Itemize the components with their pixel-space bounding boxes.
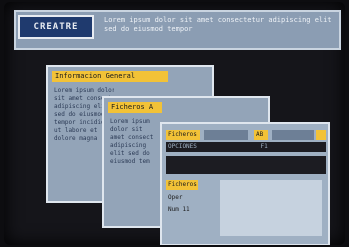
files-title[interactable]: Ficheros (166, 130, 200, 140)
window-info-title[interactable]: Informacion General (52, 71, 168, 82)
app-logo: CREATRE (18, 15, 94, 39)
files-side-op: Oper (168, 194, 183, 201)
banner-message: Lorem ipsum dolor sit amet consectetur a… (104, 16, 332, 33)
files-dark-panel (166, 156, 326, 174)
window-files[interactable]: Ficheros AB OPCIONES F1 Ficheros Oper Nu… (160, 122, 330, 245)
files-f1-label: F1 (260, 143, 268, 150)
files-field-blank[interactable] (204, 130, 248, 140)
files-options-bar[interactable]: OPCIONES F1 (166, 142, 326, 152)
files-field-end[interactable] (316, 130, 326, 140)
window-files-a-body: Lorem ipsum dolor sit amet consect adipi… (110, 118, 154, 165)
files-side-title[interactable]: Ficheros (166, 180, 198, 190)
files-list-area[interactable] (220, 180, 322, 236)
files-field-blank-2[interactable] (272, 130, 314, 140)
files-options-label: OPCIONES (168, 143, 197, 150)
files-side-num: Num 11 (168, 206, 190, 213)
window-files-a-title[interactable]: Ficheros A (108, 102, 162, 113)
files-field-ab[interactable]: AB (254, 130, 268, 140)
monitor-screen: CREATRE Lorem ipsum dolor sit amet conse… (4, 2, 345, 245)
